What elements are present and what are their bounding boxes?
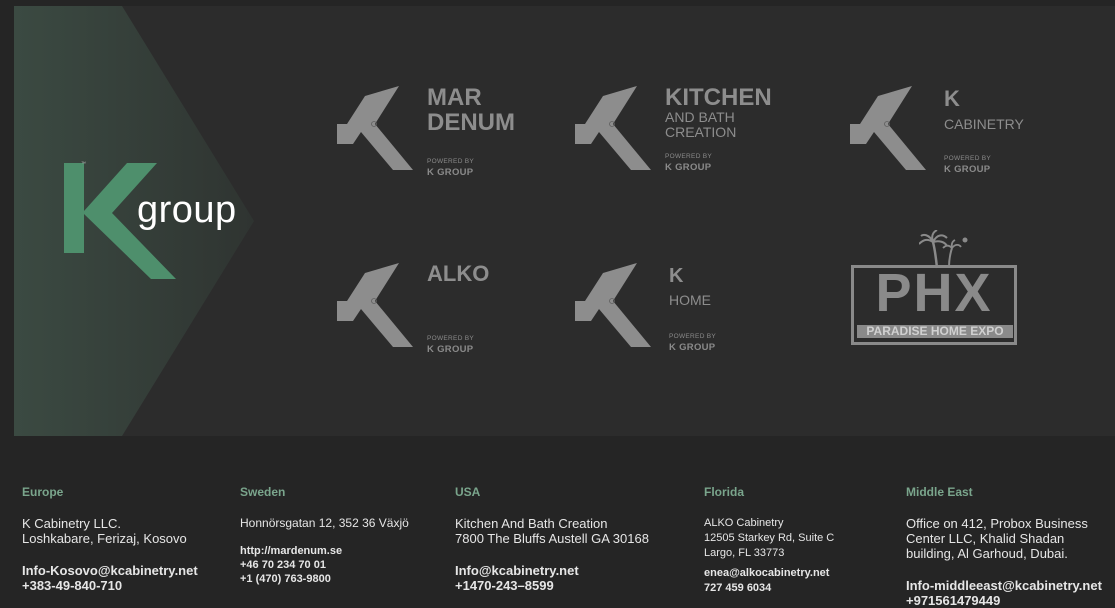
powered-by-label: POWERED BY (944, 155, 992, 162)
powered-by-label: POWERED BY (427, 335, 475, 342)
paradise-home-expo-logo[interactable]: PHX PARADISE HOME EXPO (851, 230, 1023, 354)
brand-name-line: MAR (427, 84, 482, 111)
brand-name-line: DENUM (427, 109, 515, 136)
region-heading: USA (455, 485, 481, 499)
kgroup-wordmark: group (137, 189, 237, 231)
address-line: K Cabinetry LLC. (22, 516, 121, 531)
brand-sub-line: CABINETRY (944, 116, 1024, 132)
k-group-label: K GROUP (427, 167, 474, 178)
address-line: building, Al Garhoud, Dubai. (906, 546, 1068, 561)
brand-sub-line: AND BATH (665, 109, 735, 125)
k-brand-icon (575, 263, 651, 347)
k-group-label: K GROUP (665, 162, 712, 173)
email-link[interactable]: Info-Kosovo@kcabinetry.net (22, 563, 198, 578)
region-heading: Europe (22, 485, 64, 499)
phone-link[interactable]: 727 459 6034 (704, 581, 829, 596)
address-line: Honnörsgatan 12, 352 36 Växjö (240, 516, 409, 530)
trademark-mark: ™ (81, 161, 86, 167)
phone-link[interactable]: +1470-243–8599 (455, 578, 579, 593)
brand-kitchen-logo[interactable]: KITCHEN AND BATH CREATION POWERED BY K G… (571, 86, 791, 176)
powered-by-label: POWERED BY (665, 153, 713, 160)
phone-link[interactable]: +383-49-840-710 (22, 578, 198, 593)
address-line: Loshkabare, Ferizaj, Kosovo (22, 531, 187, 546)
brand-name: ALKO (427, 261, 490, 286)
address-line: Center LLC, Khalid Shadan (906, 531, 1065, 546)
region-heading: Middle East (906, 485, 973, 499)
brand-name: KITCHEN (665, 84, 772, 111)
k-brand-icon (850, 86, 926, 170)
k-brand-icon (337, 263, 413, 347)
phone-link[interactable]: +46 70 234 70 01 (240, 558, 342, 572)
email-link[interactable]: Info-middleeast@kcabinetry.net (906, 578, 1102, 593)
brand-sub-line: HOME (669, 292, 711, 308)
address-line: Largo, FL 33773 (704, 547, 785, 559)
brand-alko-logo[interactable]: ALKO POWERED BY K GROUP (333, 261, 533, 355)
phone-link[interactable]: +1 (470) 763-9800 (240, 572, 342, 586)
address-line: ALKO Cabinetry (704, 517, 784, 529)
hero-banner: ™ group MAR DENUM POWERED BY K GROUP KIT… (14, 6, 1115, 436)
address-line: Office on 412, Probox Business (906, 516, 1088, 531)
website-link[interactable]: http://mardenum.se (240, 544, 342, 558)
powered-by-label: POWERED BY (669, 333, 717, 340)
address-line: Kitchen And Bath Creation (455, 516, 608, 531)
brand-k-home-logo[interactable]: K HOME POWERED BY K GROUP (571, 263, 771, 353)
footer-contacts: Europe K Cabinetry LLC. Loshkabare, Feri… (0, 436, 1115, 608)
brand-sub-line: CREATION (665, 123, 737, 140)
powered-by-label: POWERED BY (427, 158, 475, 165)
brand-name: K (669, 265, 684, 287)
region-heading: Sweden (240, 485, 286, 499)
email-link[interactable]: enea@alkocabinetry.net (704, 566, 829, 581)
email-link[interactable]: Info@kcabinetry.net (455, 563, 579, 578)
address-line: 12505 Starkey Rd, Suite C (704, 532, 835, 544)
brand-k-cabinetry-logo[interactable]: K CABINETRY POWERED BY K GROUP (846, 86, 1046, 176)
k-group-label: K GROUP (669, 342, 716, 353)
k-brand-icon (337, 86, 413, 170)
k-group-label: K GROUP (944, 164, 991, 175)
address-line: 7800 The Bluffs Austell GA 30168 (455, 531, 649, 546)
region-heading: Florida (704, 485, 745, 499)
brand-mardenum-logo[interactable]: MAR DENUM POWERED BY K GROUP (333, 84, 533, 178)
k-group-label: K GROUP (427, 344, 474, 355)
brand-name: K (944, 86, 960, 111)
phx-tagline: PARADISE HOME EXPO (857, 325, 1013, 338)
kgroup-logo[interactable]: ™ group (14, 6, 274, 436)
k-brand-icon (575, 86, 651, 170)
phx-letters: PHX (875, 263, 993, 323)
